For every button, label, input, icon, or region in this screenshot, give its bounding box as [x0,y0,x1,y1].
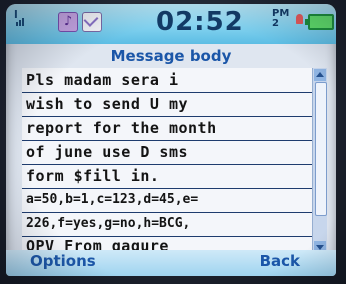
back-softkey[interactable]: Back [260,252,300,270]
signal-icon [16,18,24,26]
options-softkey[interactable]: Options [30,252,96,270]
music-icon: ♪ [58,12,78,32]
alert-icon [296,14,303,24]
message-line: Pls madam sera i [26,71,179,89]
ampm-indicator: PM 2 [272,8,290,29]
message-line: a=50,b=1,c=123,d=45,e= [26,192,199,207]
message-line: report for the month [26,119,217,137]
page-title: Message body [110,47,232,65]
scrollbar-thumb[interactable] [315,82,327,216]
softkey-bar: Options Back [6,250,336,276]
message-line: form $fill in. [26,167,160,185]
message-line: of june use D sms [26,143,189,161]
scroll-up-icon[interactable] [314,69,326,81]
phone-screen: l ♪ 02:52 PM 2 Message body Pls madam se… [6,4,336,276]
clock: 02:52 [156,7,244,37]
message-line: wish to send U my [26,95,189,113]
status-bar: l ♪ 02:52 PM 2 [6,4,336,44]
message-line: 226,f=yes,g=no,h=BCG, [26,216,191,231]
scrollbar[interactable] [312,68,327,254]
battery-icon [305,14,334,30]
message-icon [82,12,102,32]
message-body[interactable]: Pls madam sera i wish to send U my repor… [22,68,312,255]
